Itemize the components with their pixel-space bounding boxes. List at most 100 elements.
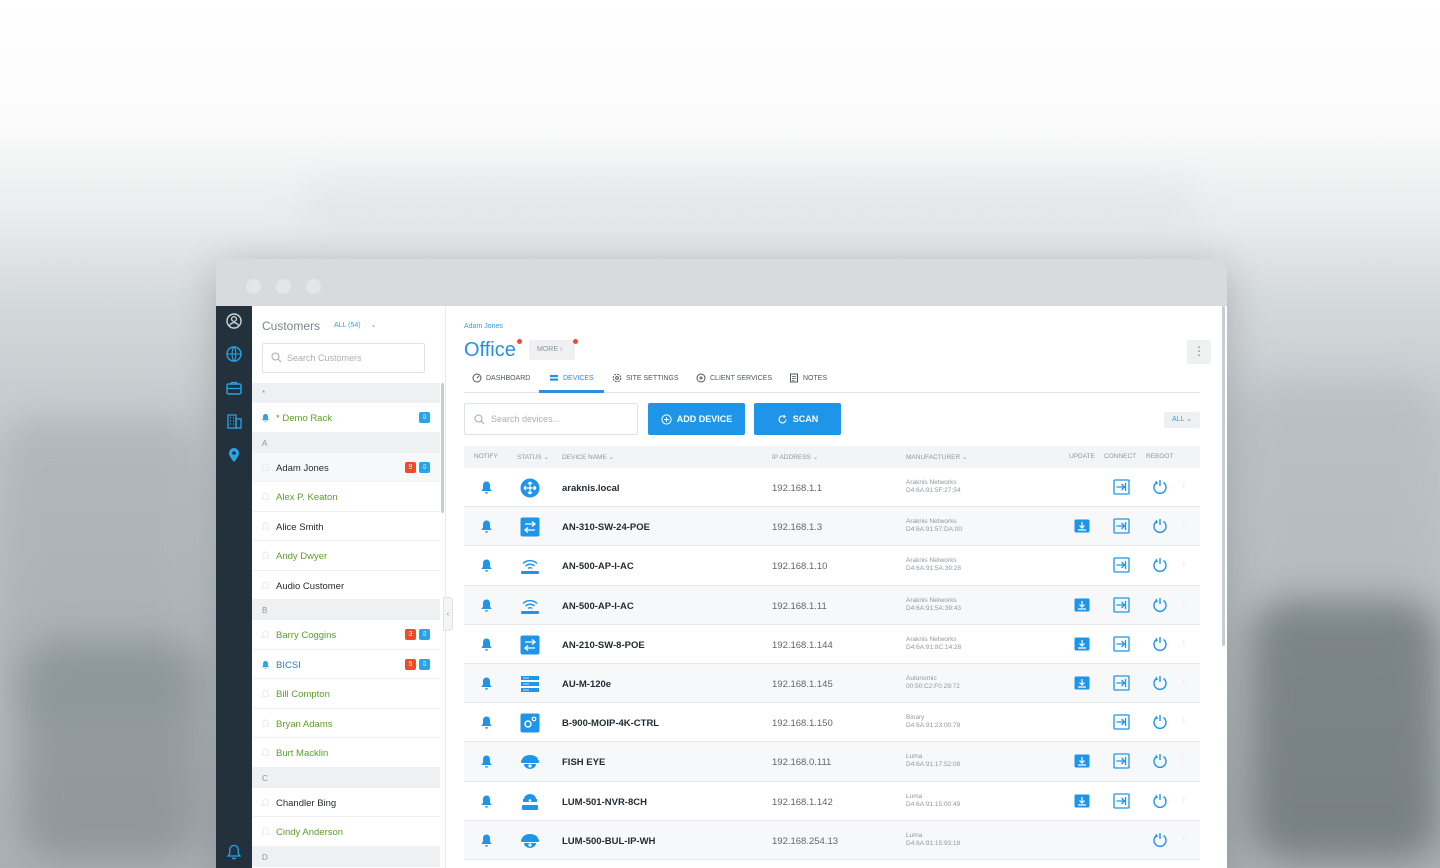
customer-row[interactable]: Alice Smith [252,512,440,541]
bell-off-icon[interactable] [261,689,270,699]
bell-off-icon[interactable] [261,522,270,532]
customer-row[interactable]: Cindy Anderson [252,817,440,847]
bell-off-icon[interactable] [261,630,270,640]
device-filter-dropdown[interactable]: ALL ⌄ [1164,412,1200,428]
update-firmware-icon[interactable] [1074,676,1090,690]
bell-icon[interactable] [261,413,270,423]
table-row[interactable]: B-900-MOIP-4K-CTRL 192.168.1.150 Binary D4:… [464,703,1200,743]
window-close-button[interactable] [246,279,261,294]
device-name[interactable]: AN-500-AP-I-AC [562,601,634,612]
header-ip-address[interactable]: IP ADDRESS ⌄ [772,453,818,461]
table-row[interactable]: AN-210-SW-8-POE 192.168.1.144 Araknis Netw… [464,625,1200,664]
bell-off-icon[interactable] [261,463,270,473]
bell-off-icon[interactable] [261,492,270,502]
device-name[interactable]: LUM-501-NVR-8CH [562,797,647,808]
customer-row[interactable]: Bill Compton [252,679,440,709]
window-minimize-button[interactable] [276,279,291,294]
bell-icon[interactable] [480,754,493,769]
globe-icon[interactable] [225,345,243,363]
reboot-icon[interactable] [1151,596,1169,614]
bell-icon[interactable] [480,794,493,809]
location-pin-icon[interactable] [225,446,243,464]
chevron-right-icon[interactable]: › [1182,676,1185,687]
table-row[interactable]: AN-500-AP-I-AC 192.168.1.10 Araknis Networ… [464,546,1200,586]
connect-icon[interactable] [1113,792,1130,809]
bell-icon[interactable] [480,519,493,534]
connect-icon[interactable] [1113,753,1130,769]
table-row[interactable]: AN-310-SW-24-POE 192.168.1.3 Araknis Netwo… [464,507,1200,547]
customer-row[interactable]: Bryan Adams [252,709,440,738]
table-row[interactable]: LUM-500-BUL-IP-WH 192.168.254.13 Luma D4:6A… [464,820,1200,860]
reboot-icon[interactable] [1151,478,1169,496]
connect-icon[interactable] [1113,675,1130,691]
chevron-right-icon[interactable]: › [1182,598,1185,609]
device-name[interactable]: FISH EYE [562,757,605,768]
more-button[interactable]: MORE › [529,340,575,360]
tab-site-settings[interactable]: SITE SETTINGS [612,373,679,383]
bell-icon[interactable] [480,676,493,691]
customer-row[interactable]: Alex P. Keaton [252,482,440,512]
chevron-right-icon[interactable]: › [1182,519,1185,530]
customer-row[interactable]: Chandler Bing [252,788,440,817]
customer-row[interactable]: Burt Macklin [252,738,440,768]
table-row[interactable]: AU-M-120e 192.168.1.145 Autonomic 00:50:C2:… [464,663,1200,704]
connect-icon[interactable] [1113,479,1130,495]
reboot-icon[interactable] [1151,674,1169,692]
bell-icon[interactable] [261,660,270,670]
building-icon[interactable] [225,412,243,430]
bell-off-icon[interactable] [261,551,270,561]
main-scrollbar[interactable] [1222,306,1225,646]
connect-icon[interactable] [1113,714,1130,730]
update-firmware-icon[interactable] [1074,754,1090,768]
reboot-icon[interactable] [1151,635,1169,653]
device-name[interactable]: LUM-500-BUL-IP-WH [562,836,655,847]
device-name[interactable]: B-900-MOIP-4K-CTRL [562,718,659,729]
reboot-icon[interactable] [1151,517,1169,535]
bell-icon[interactable] [225,843,243,861]
chevron-right-icon[interactable]: › [1182,754,1185,765]
bell-icon[interactable] [480,480,493,495]
device-name[interactable]: AN-500-AP-I-AC [562,561,634,572]
customer-row[interactable]: Adam Jones 9 ⇩ [252,452,440,482]
bell-icon[interactable] [480,598,493,613]
scan-button[interactable]: SCAN [754,403,841,435]
customer-row[interactable]: Barry Coggins 3 ⇩ [252,620,440,650]
device-name[interactable]: AN-210-SW-8-POE [562,640,645,651]
update-firmware-icon[interactable] [1074,794,1090,808]
update-firmware-icon[interactable] [1074,519,1090,533]
tab-devices[interactable]: DEVICES [549,373,594,383]
update-firmware-icon[interactable] [1074,637,1090,651]
table-row[interactable]: araknis.local 192.168.1.1 Araknis Networks… [464,468,1200,508]
bell-icon[interactable] [480,715,493,730]
table-row[interactable]: FISH EYE 192.168.0.111 Luma D4:6A:91:17:52:… [464,742,1200,782]
bell-off-icon[interactable] [261,798,270,808]
chevron-right-icon[interactable]: › [1182,558,1185,569]
bell-off-icon[interactable] [261,719,270,729]
reboot-icon[interactable] [1151,752,1169,770]
header-manufacturer[interactable]: MANUFACTURER ⌄ [906,453,967,461]
chevron-right-icon[interactable]: › [1182,480,1185,491]
bell-icon[interactable] [480,637,493,652]
bell-icon[interactable] [480,833,493,848]
connect-icon[interactable] [1113,557,1130,574]
chevron-right-icon[interactable]: › [1182,833,1185,844]
customer-row[interactable]: Audio Customer [252,571,440,600]
update-firmware-icon[interactable] [1074,598,1090,612]
customer-list-scrollbar[interactable] [441,383,444,513]
bell-off-icon[interactable] [261,827,270,837]
device-name[interactable]: AN-310-SW-24-POE [562,522,650,533]
chevron-right-icon[interactable]: › [1182,715,1185,726]
briefcase-icon[interactable] [225,379,243,397]
kebab-menu-button[interactable]: ⋮ [1187,340,1211,364]
customer-row[interactable]: * Demo Rack ⇩ [252,403,440,433]
bell-off-icon[interactable] [261,581,270,591]
window-maximize-button[interactable] [306,279,321,294]
device-name[interactable]: araknis.local [562,483,620,494]
tab-notes[interactable]: NOTES [789,373,827,383]
breadcrumb[interactable]: Adam Jones [464,323,503,330]
customer-row[interactable]: Andy Dwyer [252,541,440,571]
reboot-icon[interactable] [1151,792,1169,810]
table-row[interactable]: AN-500-AP-I-AC 192.168.1.11 Araknis Networ… [464,585,1200,625]
chevron-right-icon[interactable]: › [1182,637,1185,648]
header-device-name[interactable]: DEVICE NAME ⌄ [562,453,614,461]
